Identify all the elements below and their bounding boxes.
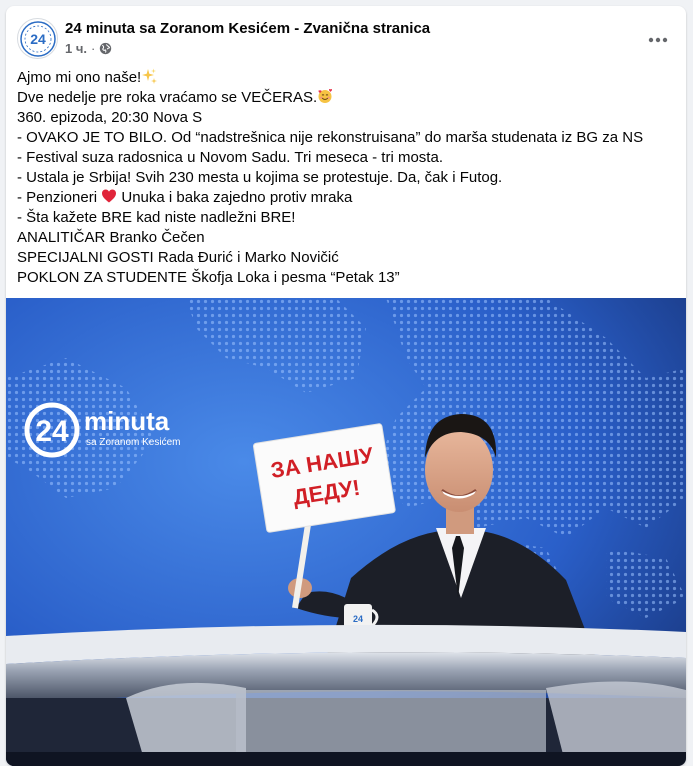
smiling-face-with-hearts-icon bbox=[318, 89, 333, 103]
post-line: 360. epizoda, 20:30 Nova S bbox=[17, 109, 203, 126]
post-line: - Penzioneri Unuka i baka zajedno protiv… bbox=[17, 189, 353, 206]
show-logo-icon: 24 bbox=[19, 20, 56, 57]
post-text: Ajmo mi ono naše! Dve nedelje pre roka v… bbox=[17, 68, 677, 288]
post-line: - Šta kažete BRE kad niste nadležni BRE! bbox=[17, 209, 296, 226]
post-header: 24 24 minuta sa Zoranom Kesićem - Zvanič… bbox=[6, 6, 686, 68]
mug-text: 24 bbox=[353, 614, 363, 624]
post-photo[interactable]: 24 minuta sa Zoranom Kesićem ЗА НАШУ ДЕД… bbox=[6, 298, 686, 766]
post-line: - OVAKO JE TO BILO. Od “nadstrešnica nij… bbox=[17, 129, 644, 146]
post-line: - Festival suza radosnica u Novom Sadu. … bbox=[17, 149, 443, 166]
post-card: 24 24 minuta sa Zoranom Kesićem - Zvanič… bbox=[6, 6, 686, 766]
page-avatar[interactable]: 24 bbox=[17, 18, 58, 59]
avatar-text: 24 bbox=[30, 31, 46, 47]
globe-icon[interactable] bbox=[99, 42, 112, 55]
post-line: POKLON ZA STUDENTE Škofja Loka i pesma “… bbox=[17, 269, 400, 286]
sparkles-icon bbox=[142, 68, 158, 84]
logo-subtitle: sa Zoranom Kesićem bbox=[86, 437, 180, 448]
more-options-button[interactable] bbox=[640, 22, 676, 58]
post-line: Ajmo mi ono naše! bbox=[17, 68, 677, 88]
post-line: - Ustala je Srbija! Svih 230 mesta u koj… bbox=[17, 169, 503, 186]
meta-separator: · bbox=[91, 41, 96, 56]
studio-photo: 24 minuta sa Zoranom Kesićem ЗА НАШУ ДЕД… bbox=[6, 298, 686, 766]
post-timestamp[interactable]: 1 ч. bbox=[65, 41, 87, 56]
more-horizontal-icon bbox=[648, 37, 668, 43]
logo-word: minuta bbox=[84, 406, 170, 436]
post-meta: 1 ч. · bbox=[65, 41, 112, 56]
post-line: ANALITIČAR Branko Čečen bbox=[17, 229, 205, 246]
news-desk bbox=[6, 624, 686, 766]
red-heart-icon bbox=[102, 189, 117, 203]
post-line: Dve nedelje pre roka vraćamo se VEČERAS. bbox=[17, 88, 677, 108]
post-line: SPECIJALNI GOSTI Rada Đurić i Marko Novi… bbox=[17, 249, 339, 266]
logo-number: 24 bbox=[35, 415, 69, 448]
page-name-link[interactable]: 24 minuta sa Zoranom Kesićem - Zvanična … bbox=[65, 20, 430, 37]
